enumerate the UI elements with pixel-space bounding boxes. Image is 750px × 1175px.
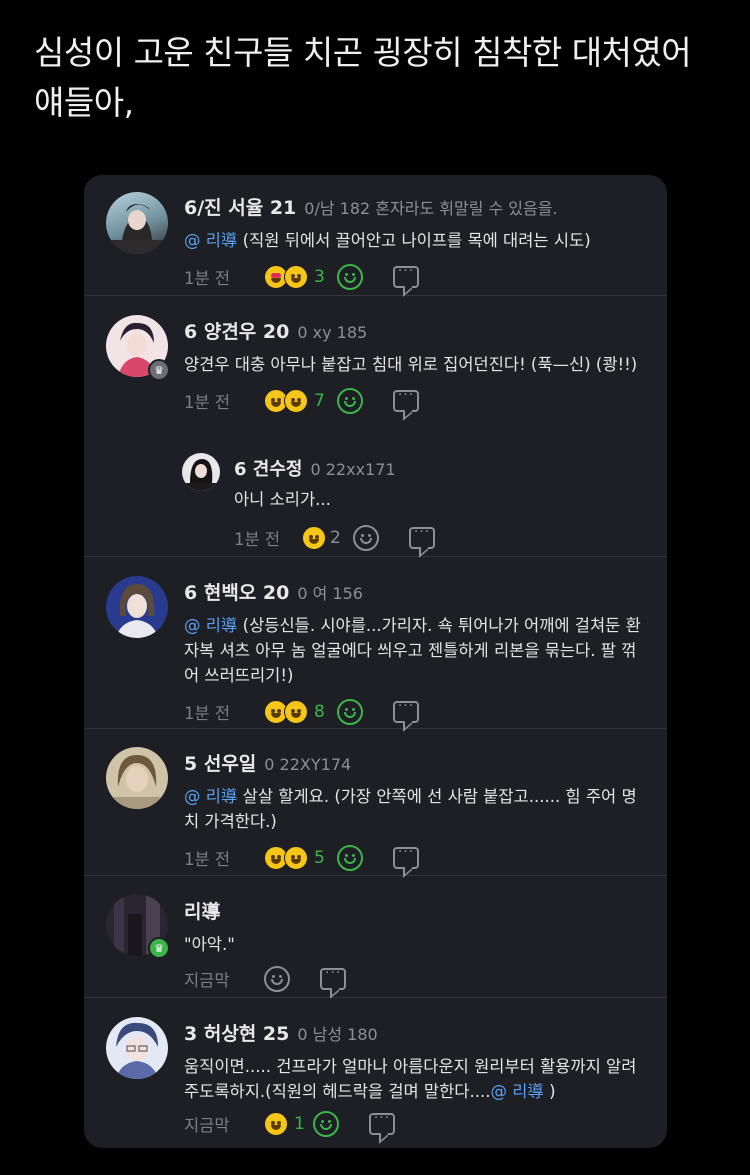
- timestamp: 지금막: [184, 1116, 230, 1135]
- user-meta: 0 22xx171: [310, 460, 396, 479]
- mention-link[interactable]: @ 리導: [184, 787, 237, 806]
- reaction-count: 2: [330, 528, 341, 548]
- mention-link[interactable]: @ 리導: [184, 616, 237, 635]
- avatar[interactable]: [106, 192, 168, 254]
- reaction-emojis[interactable]: [264, 846, 308, 870]
- comment-item: 3 허상현 25 0 남성 180 움직이면..... 건프라가 얼마나 아름다…: [84, 998, 667, 1148]
- timestamp: 1분 전: [184, 704, 231, 723]
- reply-icon[interactable]: [368, 1110, 395, 1135]
- laughing-emoji-icon: [284, 846, 308, 870]
- comment-item: ♛ 리導 "아악." 지금막: [84, 876, 667, 998]
- comment-item: ♛ 6 양견우 20 0 xy 185 양견우 대충 아무나 붙잡고 침대 위로…: [84, 296, 667, 557]
- comment-text: @ 리導 살살 할게요. (가장 안쪽에 선 사람 붙잡고...... 힘 주어…: [184, 787, 637, 831]
- crown-badge-icon: ♛: [148, 359, 170, 381]
- reaction-count: 8: [314, 702, 325, 722]
- grin-emoji-icon: [284, 700, 308, 724]
- reaction-emojis[interactable]: [264, 1112, 288, 1136]
- add-reaction-icon[interactable]: [264, 966, 290, 992]
- username[interactable]: 6 양견우 20: [184, 317, 289, 344]
- username[interactable]: 리導: [184, 897, 220, 924]
- avatar[interactable]: [106, 1017, 168, 1079]
- grin-emoji-icon: [284, 265, 308, 289]
- username[interactable]: 6/진 서율 21: [184, 193, 296, 220]
- add-reaction-icon[interactable]: [352, 525, 379, 551]
- comment-thread-card: 6/진 서율 21 0/남 182 혼자라도 휘말릴 수 있음을. @ 리導 (…: [84, 175, 667, 1148]
- laughing-emoji-icon: [302, 526, 326, 550]
- username[interactable]: 5 선우일: [184, 749, 256, 776]
- timestamp: 1분 전: [184, 269, 231, 288]
- comment-text: 움직이면..... 건프라가 얼마나 아름다운지 원리부터 활용까지 알려주도록…: [184, 1057, 637, 1101]
- crown-badge-icon: ♛: [148, 937, 170, 959]
- avatar[interactable]: [106, 576, 168, 638]
- reaction-emojis[interactable]: [302, 526, 326, 550]
- comment-item: 6/진 서율 21 0/남 182 혼자라도 휘말릴 수 있음을. @ 리導 (…: [84, 175, 667, 296]
- comment-text: 아니 소리가...: [234, 490, 331, 509]
- add-reaction-icon[interactable]: [312, 1111, 339, 1137]
- reaction-count: 5: [314, 848, 325, 868]
- timestamp: 1분 전: [234, 530, 281, 549]
- comment-text: 양견우 대충 아무나 붙잡고 침대 위로 집어던진다! (푹—신) (쾅!!): [184, 355, 638, 374]
- timestamp: 1분 전: [184, 850, 231, 869]
- comment-text: "아악.": [184, 935, 235, 954]
- avatar[interactable]: [106, 747, 168, 809]
- add-reaction-icon[interactable]: [336, 388, 363, 414]
- timestamp: 지금막: [184, 971, 230, 990]
- reply-icon[interactable]: [392, 387, 419, 412]
- timestamp: 1분 전: [184, 393, 231, 412]
- reaction-count: 3: [314, 267, 325, 287]
- reaction-emojis[interactable]: [264, 700, 308, 724]
- mention-link[interactable]: @ 리導: [184, 231, 237, 250]
- reply-icon[interactable]: [392, 263, 419, 288]
- laughing-emoji-icon: [264, 1112, 288, 1136]
- add-reaction-icon[interactable]: [336, 845, 363, 871]
- reply-icon[interactable]: [320, 965, 346, 990]
- comment-item: 6 현백오 20 0 여 156 @ 리導 (상등신들. 시야를...가리자. …: [84, 557, 667, 729]
- comment-item: 5 선우일 0 22XY174 @ 리導 살살 할게요. (가장 안쪽에 선 사…: [84, 729, 667, 876]
- tweet-text: 심성이 고운 친구들 치곤 굉장히 침착한 대처였어 얘들아,: [34, 33, 692, 122]
- comment-text: @ 리導 (상등신들. 시야를...가리자. 쇽 튀어나가 어깨에 걸쳐둔 환자…: [184, 616, 641, 685]
- mention-link[interactable]: @ 리導: [490, 1082, 543, 1101]
- username[interactable]: 3 허상현 25: [184, 1019, 289, 1046]
- comment-text: @ 리導 (직원 뒤에서 끌어안고 나이프를 목에 대려는 시도): [184, 231, 591, 250]
- add-reaction-icon[interactable]: [336, 699, 363, 725]
- reaction-count: 1: [294, 1114, 305, 1134]
- reply-icon[interactable]: [392, 698, 419, 723]
- reply-icon[interactable]: [408, 524, 435, 549]
- user-meta: 0 22XY174: [264, 755, 352, 774]
- username[interactable]: 6 견수정: [234, 455, 302, 481]
- reaction-emojis[interactable]: [264, 389, 308, 413]
- user-meta: 0/남 182 혼자라도 휘말릴 수 있음을.: [304, 199, 558, 218]
- username[interactable]: 6 현백오 20: [184, 578, 289, 605]
- grin-emoji-icon: [284, 389, 308, 413]
- reaction-count: 7: [314, 391, 325, 411]
- user-meta: 0 xy 185: [297, 323, 368, 342]
- reaction-emojis[interactable]: [264, 265, 308, 289]
- user-meta: 0 남성 180: [297, 1025, 378, 1044]
- avatar[interactable]: [182, 453, 220, 491]
- reply-icon[interactable]: [392, 844, 419, 869]
- add-reaction-icon[interactable]: [336, 264, 363, 290]
- user-meta: 0 여 156: [297, 584, 363, 603]
